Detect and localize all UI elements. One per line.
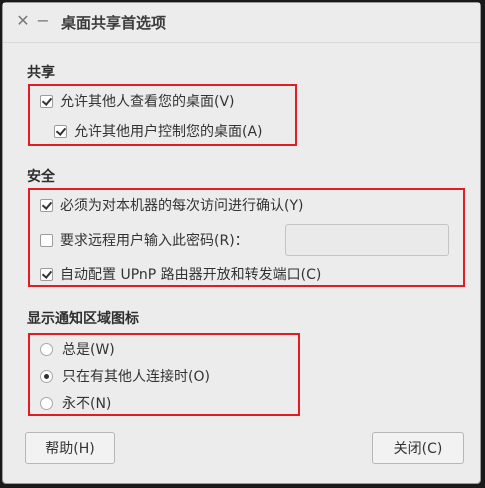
window-title: 桌面共享首选项 [61,14,167,32]
allow-control-label: 允许其他用户控制您的桌面(A) [74,124,263,140]
preferences-window: ✕ − 桌面共享首选项 共享 允许其他人查看您的桌面(V) 允许其他用户控制您的… [2,2,481,484]
allow-view-label: 允许其他人查看您的桌面(V) [60,94,235,110]
require-password-label: 要求远程用户输入此密码(R)： [60,233,249,249]
confirm-each-label: 必须为对本机器的每次访问进行确认(Y) [60,198,304,214]
close-button[interactable]: 关闭(C) [372,432,464,464]
notify-connected-label: 只在有其他人连接时(O) [62,369,210,385]
help-button[interactable]: 帮助(H) [25,432,115,464]
allow-view-checkbox[interactable] [40,94,53,108]
minimize-icon[interactable]: − [35,13,51,29]
upnp-label: 自动配置 UPnP 路由器开放和转发端口(C) [60,267,322,283]
notify-never-radio[interactable] [40,396,53,410]
require-password-checkbox-row[interactable]: 要求远程用户输入此密码(R)： [40,230,249,250]
title-bar: ✕ − 桌面共享首选项 [3,3,480,43]
sharing-section-title: 共享 [27,65,55,81]
notify-never-radio-row[interactable]: 永不(N) [40,393,111,413]
confirm-each-checkbox[interactable] [40,198,53,212]
upnp-checkbox-row[interactable]: 自动配置 UPnP 路由器开放和转发端口(C) [40,264,321,284]
password-input[interactable] [285,224,449,256]
notify-connected-radio[interactable] [40,369,53,383]
notify-always-radio-row[interactable]: 总是(W) [40,339,115,359]
notify-connected-radio-row[interactable]: 只在有其他人连接时(O) [40,366,210,386]
notify-never-label: 永不(N) [62,396,112,412]
notify-always-label: 总是(W) [62,342,115,358]
notify-always-radio[interactable] [40,342,53,356]
allow-control-checkbox[interactable] [54,124,67,138]
allow-control-checkbox-row[interactable]: 允许其他用户控制您的桌面(A) [54,121,263,141]
confirm-each-checkbox-row[interactable]: 必须为对本机器的每次访问进行确认(Y) [40,195,303,215]
close-icon[interactable]: ✕ [15,13,31,29]
upnp-checkbox[interactable] [40,267,53,281]
require-password-checkbox[interactable] [40,233,53,247]
notification-section-title: 显示通知区域图标 [27,311,139,327]
security-section-title: 安全 [27,169,55,185]
allow-view-checkbox-row[interactable]: 允许其他人查看您的桌面(V) [40,91,235,111]
